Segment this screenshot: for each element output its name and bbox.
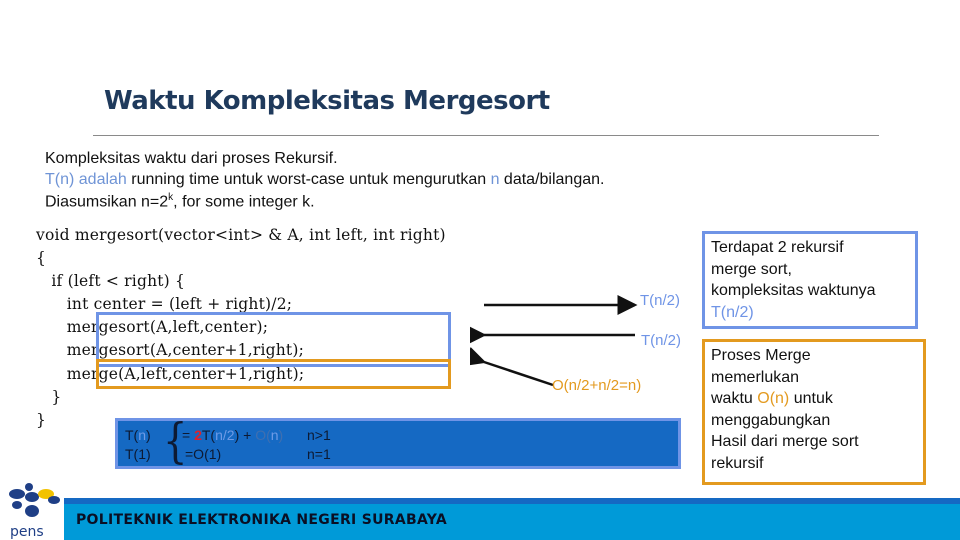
side-note-line: waktu O(n) untuk bbox=[711, 388, 917, 410]
merge-call-highlight-box bbox=[96, 359, 451, 389]
intro-line-2-mid: running time untuk worst-case untuk meng… bbox=[126, 171, 491, 188]
coefficient-two: 2 bbox=[194, 427, 202, 443]
logo-text: pens bbox=[10, 524, 44, 540]
code-line: int center = (left + right)/2; bbox=[36, 295, 293, 313]
side-note-recursion-text: Terdapat 2 rekursif merge sort, kompleks… bbox=[705, 234, 915, 326]
intro-line-1: Kompleksitas waktu dari proses Rekursif. bbox=[45, 150, 338, 167]
code-line: void mergesort(vector<int> & A, int left… bbox=[36, 226, 446, 244]
slide-title: Waktu Kompleksitas Mergesort bbox=[104, 86, 550, 116]
n-var: n bbox=[270, 427, 279, 443]
t-close: ) bbox=[146, 427, 151, 443]
side-note-merge: Proses Merge memerlukan waktu O(n) untuk… bbox=[702, 339, 926, 485]
side-note-line: menggabungkan bbox=[711, 411, 831, 429]
equals: = bbox=[182, 427, 195, 443]
tn-highlight: T(n) adalah bbox=[45, 171, 127, 188]
arrow-2-label: T(n/2) bbox=[641, 332, 682, 349]
code-line: { bbox=[36, 249, 47, 267]
arrow-3-label: O(n/2+n/2=n) bbox=[552, 377, 642, 394]
n-var: n bbox=[138, 427, 147, 443]
intro-line-2-end: data/bilangan. bbox=[499, 171, 605, 188]
side-note-line: Proses Merge bbox=[711, 347, 811, 364]
code-line: if (left < right) { bbox=[36, 272, 186, 290]
side-note-line: rekursif bbox=[711, 454, 764, 472]
intro-line-3: Diasumsikan n=2k, for some integer k. bbox=[45, 192, 315, 211]
o-close: ) bbox=[278, 427, 284, 443]
recurrence-row-2-rhs: =O(1) bbox=[185, 446, 222, 462]
side-note-line: kompleksitas waktunya bbox=[711, 282, 876, 299]
code-line: } bbox=[36, 388, 62, 406]
arrow-1-label: T(n/2) bbox=[640, 292, 681, 309]
recurrence-row-1-lhs: T(n) bbox=[125, 427, 151, 443]
intro-line-3-start: Diasumsikan n=2 bbox=[45, 193, 169, 211]
side-note-highlight: T(n/2) bbox=[711, 303, 754, 321]
intro-line-3-end: , for some integer k. bbox=[173, 193, 315, 211]
n-half: n/2 bbox=[215, 427, 235, 443]
on-highlight: O(n) bbox=[757, 390, 790, 407]
recurrence-row-2-condition: n=1 bbox=[307, 446, 331, 462]
side-note-merge-text: Proses Merge memerlukan waktu O(n) untuk… bbox=[705, 342, 923, 477]
pens-logo-icon: pens bbox=[9, 483, 60, 540]
intro-line-2: T(n) adalah running time untuk worst-cas… bbox=[45, 171, 604, 189]
o-open: O( bbox=[255, 427, 271, 443]
t-open: T( bbox=[201, 427, 216, 443]
title-divider bbox=[93, 135, 879, 136]
text: untuk bbox=[789, 390, 833, 407]
code-line: } bbox=[36, 411, 47, 429]
side-note-line: memerlukan bbox=[711, 368, 800, 386]
plus: ) + bbox=[234, 427, 256, 443]
recurrence-row-1-rhs: = 2T(n/2) + O(n) bbox=[182, 427, 283, 443]
side-note-line: Terdapat 2 rekursif bbox=[711, 239, 844, 256]
arrow-3 bbox=[470, 346, 554, 387]
side-note-line: Hasil dari merge sort bbox=[711, 433, 859, 450]
recurrence-row-1-condition: n>1 bbox=[307, 427, 331, 443]
t-open: T( bbox=[125, 427, 139, 443]
side-note-recursion: Terdapat 2 rekursif merge sort, kompleks… bbox=[702, 231, 918, 329]
text: waktu bbox=[711, 390, 758, 407]
recurrence-row-2-lhs: T(1) bbox=[125, 446, 151, 462]
side-note-line: merge sort, bbox=[711, 260, 792, 278]
footer-institution: POLITEKNIK ELEKTRONIKA NEGERI SURABAYA bbox=[76, 512, 447, 528]
